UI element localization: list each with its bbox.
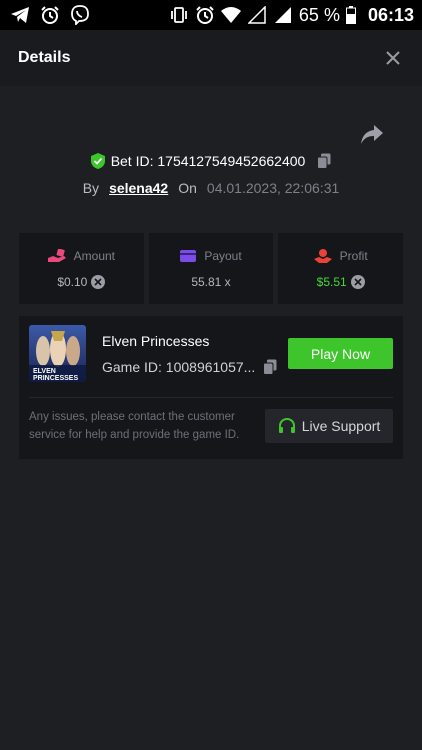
- game-card: ELVEN PRINCESSES Elven Princesses Game I…: [19, 316, 403, 459]
- thumb-title-line1: ELVEN: [33, 368, 56, 375]
- on-label: On: [178, 180, 197, 196]
- by-label: By: [82, 180, 100, 196]
- clock: 06:13: [367, 4, 414, 25]
- stat-payout-label: Payout: [204, 248, 242, 263]
- close-button[interactable]: [382, 47, 404, 69]
- support-info-text: Any issues, please contact the customer …: [29, 411, 240, 441]
- bet-owner-row: By selena42 On 04.01.2023, 22:06:31: [0, 180, 422, 196]
- copy-game-id-icon[interactable]: [263, 359, 277, 375]
- profit-icon: [313, 248, 332, 263]
- game-id: Game ID: 1008961057...: [102, 359, 256, 375]
- telegram-icon: [10, 5, 30, 25]
- vibrate-icon: [169, 5, 189, 25]
- details-header: Details: [0, 30, 422, 86]
- stat-payout-value-row: 55.81 x: [191, 275, 230, 289]
- stat-payout: Payout 55.81 x: [148, 233, 274, 304]
- stat-amount-label: Amount: [73, 248, 116, 263]
- bet-id: Bet ID: 1754127549452662400: [110, 153, 306, 169]
- battery-icon: [345, 5, 356, 25]
- stat-amount: Amount $0.10: [19, 233, 144, 304]
- divider: [29, 397, 393, 398]
- stat-payout-header: Payout: [180, 248, 242, 263]
- close-icon: [386, 51, 400, 65]
- bet-date: 04.01.2023, 22:06:31: [206, 180, 340, 196]
- currency-coin-icon: [91, 274, 106, 289]
- verified-shield-icon: [90, 153, 105, 169]
- stat-payout-value: 55.81 x: [191, 274, 231, 289]
- payout-card-icon: [180, 249, 197, 262]
- status-bar: 65 % 06:13: [0, 0, 422, 30]
- alarm-icon: [40, 5, 60, 25]
- stat-amount-value: $0.10: [57, 274, 88, 289]
- stat-profit-value: $5.51: [316, 274, 347, 289]
- stat-amount-header: Amount: [47, 248, 116, 263]
- stat-amount-value-row: $0.10: [57, 274, 106, 289]
- stat-profit-header: Profit: [313, 248, 368, 263]
- bet-stats: Amount $0.10 Payout 55.81 x Profit $5.51: [19, 233, 404, 304]
- thumb-title-line2: PRINCESSES: [33, 375, 78, 382]
- status-left-icons: [10, 5, 90, 25]
- viber-icon: [70, 5, 90, 25]
- stat-profit-value-row: $5.51: [316, 274, 365, 289]
- game-id-row: Game ID: 1008961057...: [102, 359, 277, 375]
- wifi-icon: [220, 5, 241, 25]
- game-name: Elven Princesses: [102, 333, 210, 349]
- live-support-label: Live Support: [301, 418, 381, 434]
- share-button[interactable]: [360, 124, 384, 146]
- username-link[interactable]: selena42: [109, 180, 168, 196]
- status-right-icons: 65 % 06:13: [169, 5, 414, 26]
- currency-coin-icon: [350, 274, 365, 289]
- copy-bet-id-icon[interactable]: [317, 153, 331, 169]
- signal-icon: [273, 5, 293, 25]
- live-support-button[interactable]: Live Support: [265, 409, 393, 443]
- play-now-button[interactable]: Play Now: [288, 338, 393, 369]
- page-title: Details: [18, 49, 71, 66]
- battery-percent: 65 %: [298, 4, 340, 25]
- stat-profit-label: Profit: [339, 248, 368, 263]
- bet-id-row: Bet ID: 1754127549452662400: [0, 153, 422, 169]
- amount-icon: [47, 248, 66, 263]
- stat-profit: Profit $5.51: [278, 233, 404, 304]
- game-thumbnail[interactable]: ELVEN PRINCESSES: [29, 325, 86, 382]
- alarm-icon-right: [195, 5, 215, 25]
- headset-icon: [278, 417, 296, 435]
- signal-empty-icon: [247, 5, 267, 25]
- share-icon: [361, 125, 383, 144]
